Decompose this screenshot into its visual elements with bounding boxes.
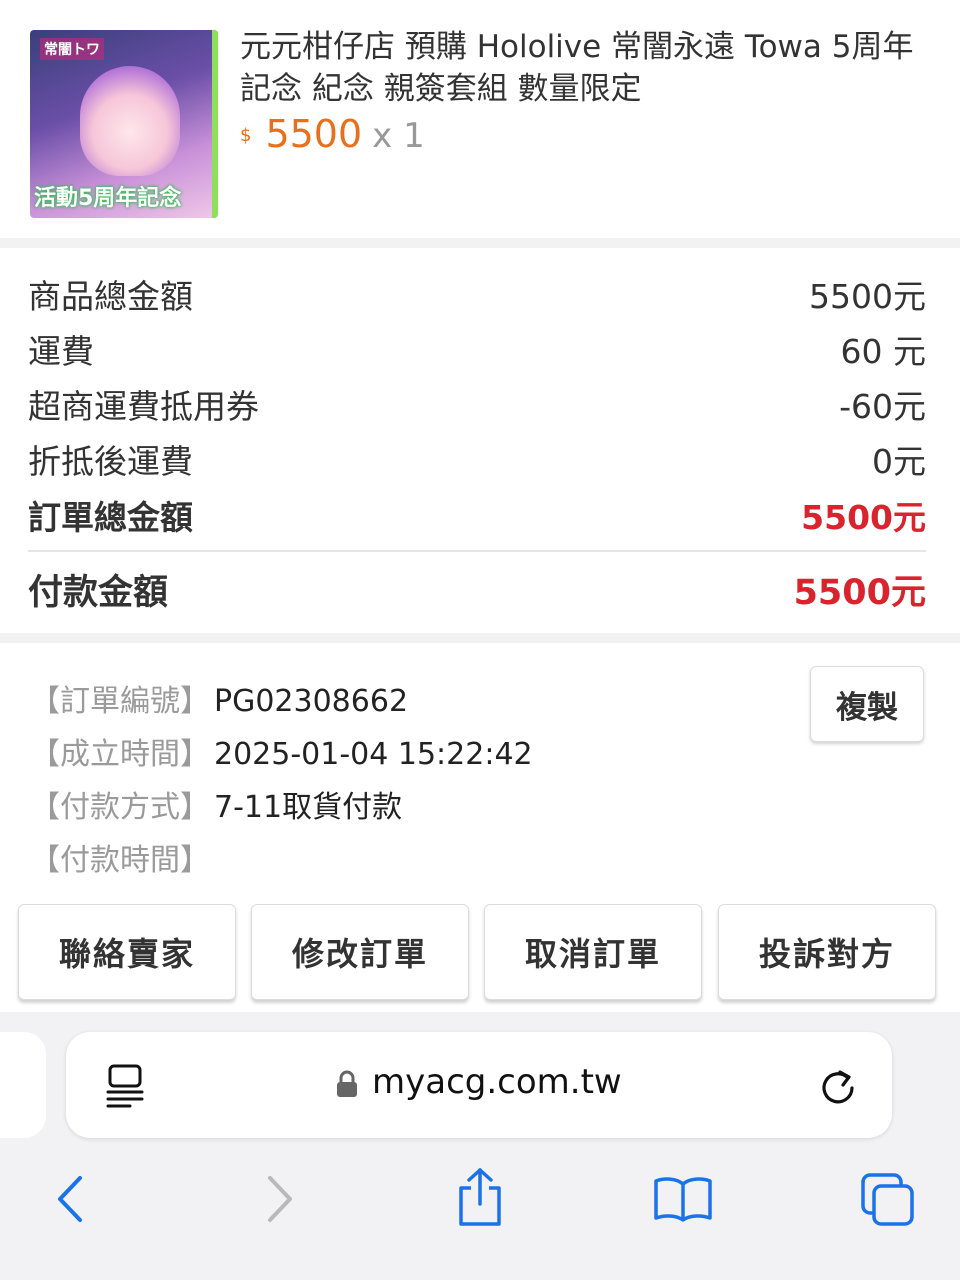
order-number: PG02308662 xyxy=(214,684,409,719)
order-number-row: 【訂單編號】 PG02308662 xyxy=(30,676,408,720)
payment-method-label: 【付款方式】 xyxy=(30,790,210,825)
section-divider xyxy=(0,633,960,643)
product-quantity: x 1 xyxy=(372,116,425,156)
payment-value: 5500元 xyxy=(793,572,926,613)
section-divider xyxy=(0,238,960,248)
address-bar[interactable]: myacg.com.tw xyxy=(66,1032,892,1138)
summary-label: 訂單總金額 xyxy=(28,498,193,537)
browser-toolbar: myacg.com.tw xyxy=(0,1012,960,1280)
price-row: $5500 x 1 xyxy=(240,112,425,156)
product-price: 5500 xyxy=(265,112,363,156)
bookmarks-icon[interactable] xyxy=(652,1176,714,1222)
summary-divider xyxy=(28,550,926,552)
payment-method: 7-11取貨付款 xyxy=(214,790,403,825)
tabs-icon[interactable] xyxy=(860,1172,916,1228)
summary-label: 商品總金額 xyxy=(28,277,193,316)
currency-symbol: $ xyxy=(240,125,252,146)
summary-value: 5500元 xyxy=(809,277,926,316)
summary-row-order-total: 訂單總金額 5500元 xyxy=(28,489,926,541)
order-number-label: 【訂單編號】 xyxy=(30,684,210,719)
order-item[interactable]: 常闇トワ 活動5周年記念 元元柑仔店 預購 Hololive 常闇永遠 Towa… xyxy=(0,0,960,238)
summary-value: 0元 xyxy=(872,442,926,481)
summary-label: 運費 xyxy=(28,332,94,371)
summary-row-discounted-shipping: 折抵後運費 0元 xyxy=(28,433,926,485)
thumbnail-character-art xyxy=(80,66,180,176)
created-time-label: 【成立時間】 xyxy=(30,737,210,772)
summary-row-shipping: 運費 60 元 xyxy=(28,323,926,375)
payment-time-label: 【付款時間】 xyxy=(30,843,210,878)
summary-label: 折抵後運費 xyxy=(28,442,193,481)
reload-icon[interactable] xyxy=(818,1066,858,1106)
contact-seller-button[interactable]: 聯絡賣家 xyxy=(18,904,236,1000)
summary-value: 60 元 xyxy=(840,332,926,371)
cancel-order-button[interactable]: 取消訂單 xyxy=(484,904,702,1000)
reader-icon[interactable] xyxy=(106,1064,146,1108)
product-thumbnail[interactable]: 常闇トワ 活動5周年記念 xyxy=(30,30,218,218)
summary-row-subtotal: 商品總金額 5500元 xyxy=(28,268,926,320)
order-total-value: 5500元 xyxy=(801,498,926,537)
summary-row-payment: 付款金額 5500元 xyxy=(28,561,926,617)
payment-time-row: 【付款時間】 xyxy=(30,835,210,879)
summary-label: 超商運費抵用券 xyxy=(28,387,259,426)
summary-value: -60元 xyxy=(839,387,926,426)
thumbnail-logo-text: 常闇トワ xyxy=(40,38,104,60)
payment-label: 付款金額 xyxy=(28,572,169,613)
summary-row-coupon: 超商運費抵用券 -60元 xyxy=(28,378,926,430)
back-icon[interactable] xyxy=(54,1174,86,1224)
share-icon[interactable] xyxy=(455,1166,505,1228)
created-time-row: 【成立時間】 2025-01-04 15:22:42 xyxy=(30,729,533,773)
copy-button[interactable]: 複製 xyxy=(810,666,924,742)
payment-method-row: 【付款方式】 7-11取貨付款 xyxy=(30,782,402,826)
url-text[interactable]: myacg.com.tw xyxy=(372,1062,622,1102)
thumbnail-caption: 活動5周年記念 xyxy=(34,186,182,211)
forward-icon[interactable] xyxy=(264,1174,296,1224)
created-time: 2025-01-04 15:22:42 xyxy=(214,737,533,772)
report-seller-button[interactable]: 投訴對方 xyxy=(718,904,936,1000)
previous-tab-preview[interactable] xyxy=(0,1032,46,1138)
thumbnail-border xyxy=(212,30,218,218)
modify-order-button[interactable]: 修改訂單 xyxy=(251,904,469,1000)
lock-icon xyxy=(337,1070,357,1097)
product-title[interactable]: 元元柑仔店 預購 Hololive 常闇永遠 Towa 5周年記念 紀念 親簽套… xyxy=(240,26,930,110)
